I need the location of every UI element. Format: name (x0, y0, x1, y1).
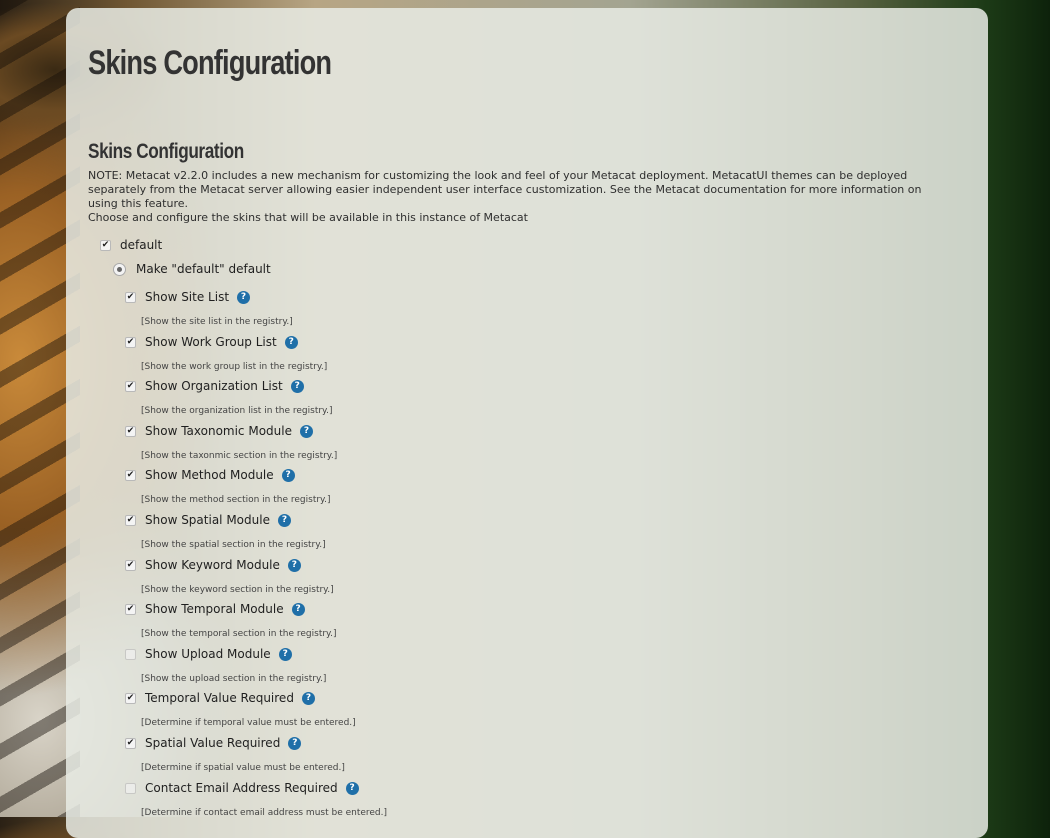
help-icon[interactable]: ? (237, 290, 251, 304)
skin-option-line: ✔ Show Site List? (125, 290, 293, 304)
make-default-radio[interactable] (113, 262, 126, 276)
skin-option: ✔ Show Organization List? [Show the organi… (125, 379, 332, 416)
skin-option: ✔ Show Temporal Module? [Show the temporal… (125, 602, 336, 639)
help-icon[interactable]: ? (284, 335, 298, 349)
help-icon[interactable]: ? (299, 424, 313, 438)
help-icon[interactable]: ? (277, 513, 291, 527)
option-label: Spatial Value Required (145, 736, 281, 750)
option-description: [Determine if spatial value must be ente… (141, 763, 345, 773)
make-default-row: Make "default" default (113, 262, 271, 276)
option-description: [Show the temporal section in the regist… (141, 629, 337, 639)
option-description: [Show the spatial section in the registr… (141, 540, 326, 550)
option-checkbox[interactable]: ✔ (125, 336, 136, 348)
help-icon[interactable]: ? (287, 558, 301, 572)
skin-option-line: ✔ Show Organization List? (125, 379, 332, 393)
skin-option: ✔ Temporal Value Required? [Determine if t… (125, 691, 356, 728)
help-icon[interactable]: ? (288, 736, 302, 750)
skin-option-line: ✔ Show Spatial Module? (125, 513, 326, 527)
option-label: Show Spatial Module (145, 513, 270, 527)
option-label: Temporal Value Required (145, 691, 294, 705)
help-icon[interactable]: ? (345, 781, 359, 795)
option-checkbox[interactable]: ✔ (125, 559, 136, 571)
note-text: NOTE: Metacat v2.2.0 includes a new mech… (88, 169, 922, 210)
option-checkbox[interactable]: ✔ (125, 603, 136, 615)
main-panel: Skins Configuration Skins Configuration … (66, 8, 988, 838)
skin-row-default: ✔ default (100, 238, 162, 252)
page-title: Skins Configuration (88, 44, 332, 82)
skin-option-line: ✔ Show Taxonomic Module? (125, 424, 337, 438)
skin-option: ✔ Show Method Module? [Show the method sec… (125, 468, 330, 505)
help-icon[interactable]: ? (291, 602, 305, 616)
skin-option: ✔ Show Spatial Module? [Show the spatial s… (125, 513, 326, 550)
skin-checkbox[interactable]: ✔ (100, 239, 111, 251)
help-icon[interactable]: ? (281, 468, 295, 482)
option-description: [Determine if temporal value must be ent… (141, 718, 356, 728)
option-description: [Show the work group list in the registr… (141, 362, 328, 372)
choose-text: Choose and configure the skins that will… (88, 211, 528, 224)
option-checkbox[interactable]: ✔ (125, 648, 136, 660)
option-label: Show Work Group List (145, 335, 277, 349)
option-checkbox[interactable]: ✔ (125, 514, 136, 526)
skin-option-line: ✔ Show Work Group List? (125, 335, 327, 349)
option-checkbox[interactable]: ✔ (125, 425, 136, 437)
option-description: [Show the keyword section in the registr… (141, 585, 334, 595)
option-checkbox[interactable]: ✔ (125, 692, 136, 704)
skin-name: default (120, 238, 163, 252)
skin-option-line: ✔ Show Temporal Module? (125, 602, 336, 616)
skin-option: ✔ Show Keyword Module? [Show the keyword s… (125, 558, 334, 595)
option-label: Contact Email Address Required (145, 781, 338, 795)
skin-option: ✔ Spatial Value Required? [Determine if sp… (125, 736, 345, 773)
skin-option: ✔ Show Work Group List? [Show the work gro… (125, 335, 327, 372)
skin-option-line: ✔ Show Upload Module? (125, 647, 326, 661)
option-label: Show Method Module (145, 468, 274, 482)
skin-option: ✔ Show Site List? [Show the site list in t… (125, 290, 293, 327)
option-label: Show Upload Module (145, 647, 271, 661)
option-checkbox[interactable]: ✔ (125, 291, 136, 303)
option-checkbox[interactable]: ✔ (125, 737, 136, 749)
option-label: Show Taxonomic Module (145, 424, 292, 438)
option-label: Show Organization List (145, 379, 283, 393)
option-description: [Show the organization list in the regis… (141, 406, 333, 416)
skin-option: ✔ Show Taxonomic Module? [Show the taxonmi… (125, 424, 337, 461)
make-default-label: Make "default" default (136, 262, 271, 276)
option-checkbox[interactable]: ✔ (125, 782, 136, 794)
option-checkbox[interactable]: ✔ (125, 469, 136, 481)
skin-option-line: ✔ Spatial Value Required? (125, 736, 345, 750)
skin-option: ✔Contact Email Address Required?[Determi… (125, 781, 387, 818)
help-icon[interactable]: ? (301, 691, 315, 705)
skin-option-line: ✔ Show Keyword Module? (125, 558, 334, 572)
option-description: [Show the taxonmic section in the regist… (141, 451, 338, 461)
skin-option-line: ✔ Show Method Module? (125, 468, 330, 482)
option-label: Show Site List (145, 290, 230, 304)
skin-option-line: ✔ Temporal Value Required? (125, 691, 356, 705)
skin-option: ✔ Show Upload Module? [Show the upload sec… (125, 647, 326, 684)
skin-option-line: ✔ Contact Email Address Required? (125, 781, 387, 795)
section-title: Skins Configuration (88, 140, 244, 163)
option-description: [Show the upload section in the registry… (141, 674, 327, 684)
help-icon[interactable]: ? (290, 379, 304, 393)
option-label: Show Temporal Module (145, 602, 284, 616)
option-label: Show Keyword Module (145, 558, 280, 572)
option-description: [Show the site list in the registry.] (141, 317, 293, 327)
help-icon[interactable]: ? (278, 647, 292, 661)
option-description: [Show the method section in the registry… (141, 495, 331, 505)
option-checkbox[interactable]: ✔ (125, 380, 136, 392)
